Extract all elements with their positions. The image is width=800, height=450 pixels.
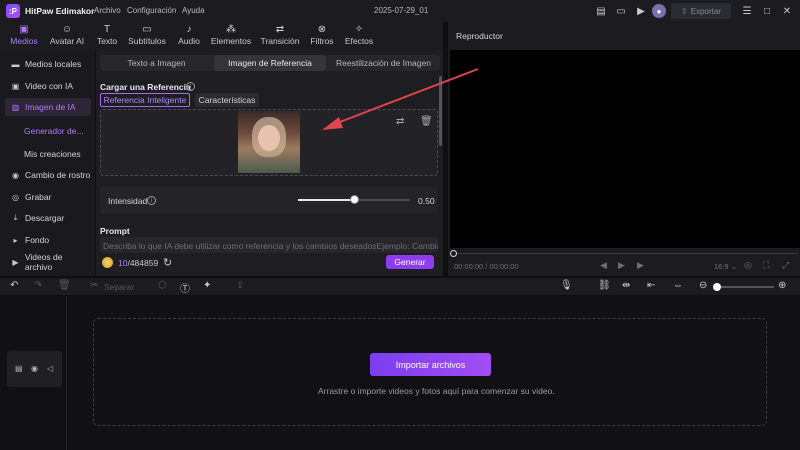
annotation-arrow-head	[322, 117, 343, 130]
annotation-arrow-line	[331, 68, 479, 126]
annotation-arrow	[322, 68, 479, 130]
